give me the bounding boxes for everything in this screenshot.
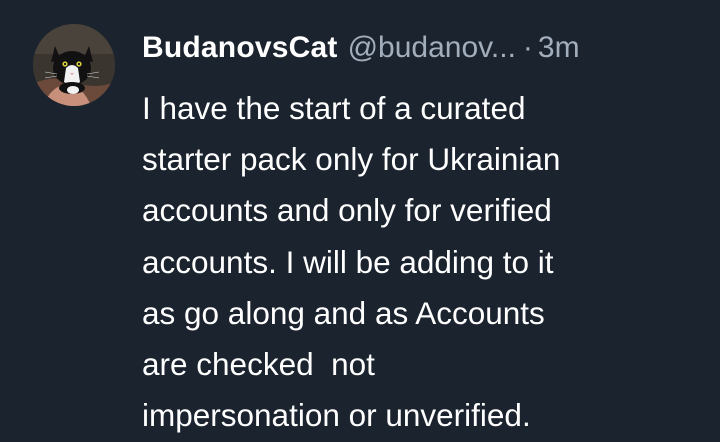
post-text-line: accounts and only for verified	[142, 192, 552, 229]
post-text-line: as go along and as Accounts	[142, 294, 545, 331]
post-text: I have the start of a curated starter pa…	[142, 83, 702, 441]
post[interactable]: BudanovsCat @budanov... · 3m I have the …	[0, 0, 720, 442]
author-display-name[interactable]: BudanovsCat	[142, 28, 338, 68]
author-handle[interactable]: @budanov...	[348, 28, 516, 68]
post-text-line: I have the start of a curated	[142, 90, 526, 126]
post-header: BudanovsCat @budanov... · 3m	[142, 28, 580, 68]
author-avatar[interactable]	[33, 24, 115, 106]
post-timestamp[interactable]: 3m	[538, 28, 580, 68]
post-text-line: are checked not	[142, 346, 375, 383]
header-separator: ·	[522, 31, 533, 64]
post-text-line: accounts. I will be adding to it	[142, 243, 554, 280]
post-text-line: starter pack only for Ukrainian	[142, 141, 561, 178]
cat-avatar-icon	[33, 24, 115, 106]
post-text-line: impersonation or unverified.	[142, 397, 531, 434]
